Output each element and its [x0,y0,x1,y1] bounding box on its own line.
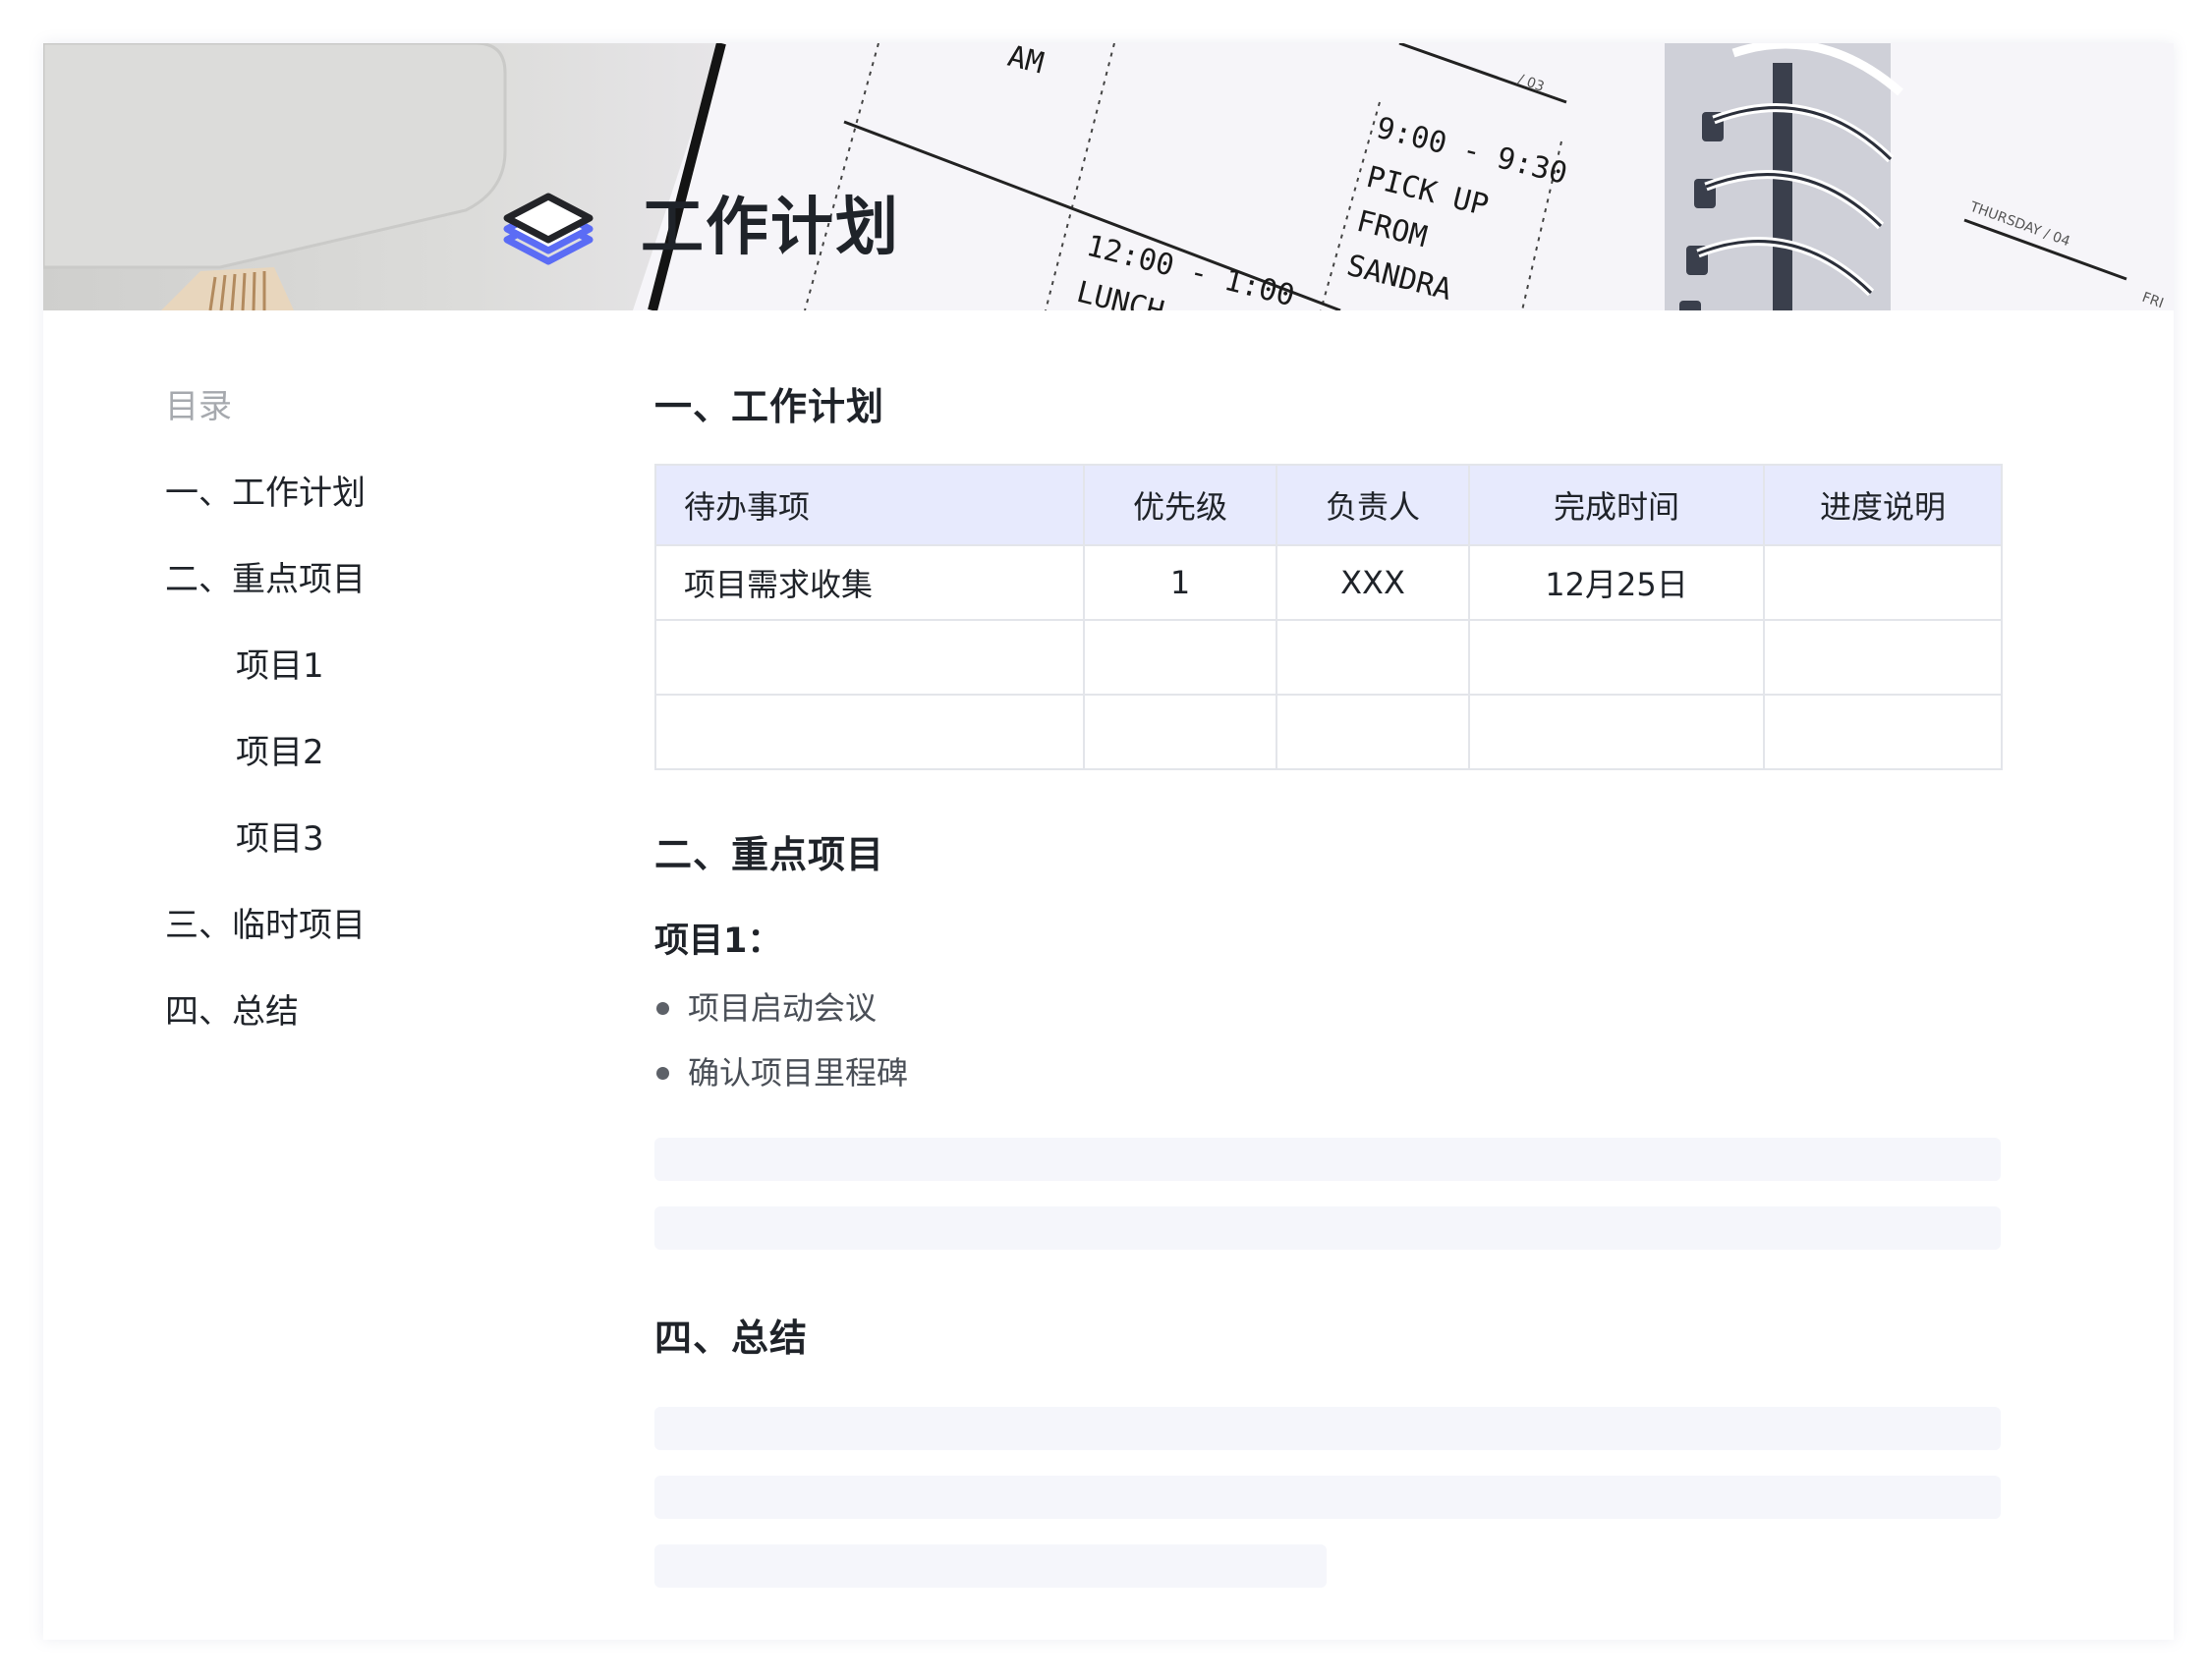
table-cell[interactable]: XXX [1276,544,1470,621]
toc-item-temp-projects[interactable]: 三、临时项目 [165,896,578,955]
cover-photo: 9:00 - 9:30 PICK UP FROM SANDRA 12:00 - … [43,43,2174,310]
document-title[interactable]: 工作计划 [641,179,900,277]
placeholder-line [654,1206,2001,1250]
toc-item-project-1[interactable]: 项目1 [165,637,578,696]
table-cell[interactable] [1763,694,2003,770]
table-cell[interactable] [1468,619,1765,696]
section-heading-work-plan[interactable]: 一、工作计划 [654,377,2001,436]
column-header-due-date[interactable]: 完成时间 [1468,464,1765,546]
column-header-owner[interactable]: 负责人 [1276,464,1470,546]
subsection-heading-project-1[interactable]: 项目1： [654,914,2001,969]
list-item[interactable]: 项目启动会议 [654,982,2001,1034]
table-cell[interactable] [1276,694,1470,770]
table-cell[interactable] [1083,694,1277,770]
toc-item-key-projects[interactable]: 二、重点项目 [165,550,578,609]
document-body: 一、工作计划 待办事项 优先级 负责人 完成时间 进度说明 项目需求收集 1 X… [654,377,2003,1588]
table-row [654,694,2003,770]
placeholder-line [654,1138,2001,1181]
document-title-row: 工作计划 [499,179,900,277]
work-plan-table: 待办事项 优先级 负责人 完成时间 进度说明 项目需求收集 1 XXX 12月2… [654,464,2003,770]
table-row: 项目需求收集 1 XXX 12月25日 [654,544,2003,621]
project-1-bullet-list: 项目启动会议 确认项目里程碑 [654,982,2001,1098]
toc-item-project-3[interactable]: 项目3 [165,810,578,868]
placeholder-line [654,1544,1327,1588]
table-cell[interactable] [1763,544,2003,621]
table-cell[interactable]: 项目需求收集 [654,544,1085,621]
column-header-progress[interactable]: 进度说明 [1763,464,2003,546]
toc-item-work-plan[interactable]: 一、工作计划 [165,464,578,523]
table-cell[interactable]: 1 [1083,544,1277,621]
document-card: 9:00 - 9:30 PICK UP FROM SANDRA 12:00 - … [43,43,2174,1640]
section-heading-summary[interactable]: 四、总结 [654,1309,2001,1368]
cover-banner: 9:00 - 9:30 PICK UP FROM SANDRA 12:00 - … [43,43,2174,310]
column-header-todo[interactable]: 待办事项 [654,464,1085,546]
table-cell[interactable] [1468,694,1765,770]
column-header-priority[interactable]: 优先级 [1083,464,1277,546]
table-cell[interactable] [654,694,1085,770]
table-of-contents: 目录 一、工作计划 二、重点项目 项目1 项目2 项目3 三、临时项目 四、总结 [165,377,578,1041]
table-row [654,619,2003,696]
table-cell[interactable] [1763,619,2003,696]
table-cell[interactable] [654,619,1085,696]
list-item[interactable]: 确认项目里程碑 [654,1047,2001,1098]
table-header-row: 待办事项 优先级 负责人 完成时间 进度说明 [654,464,2003,546]
placeholder-line [654,1407,2001,1450]
toc-item-project-2[interactable]: 项目2 [165,723,578,782]
placeholder-line [654,1476,2001,1519]
table-cell[interactable] [1276,619,1470,696]
toc-item-summary[interactable]: 四、总结 [165,982,578,1041]
toc-heading: 目录 [165,387,232,426]
section-heading-key-projects[interactable]: 二、重点项目 [654,825,2001,884]
table-cell[interactable] [1083,619,1277,696]
layers-icon [503,193,594,265]
table-cell[interactable]: 12月25日 [1468,544,1765,621]
